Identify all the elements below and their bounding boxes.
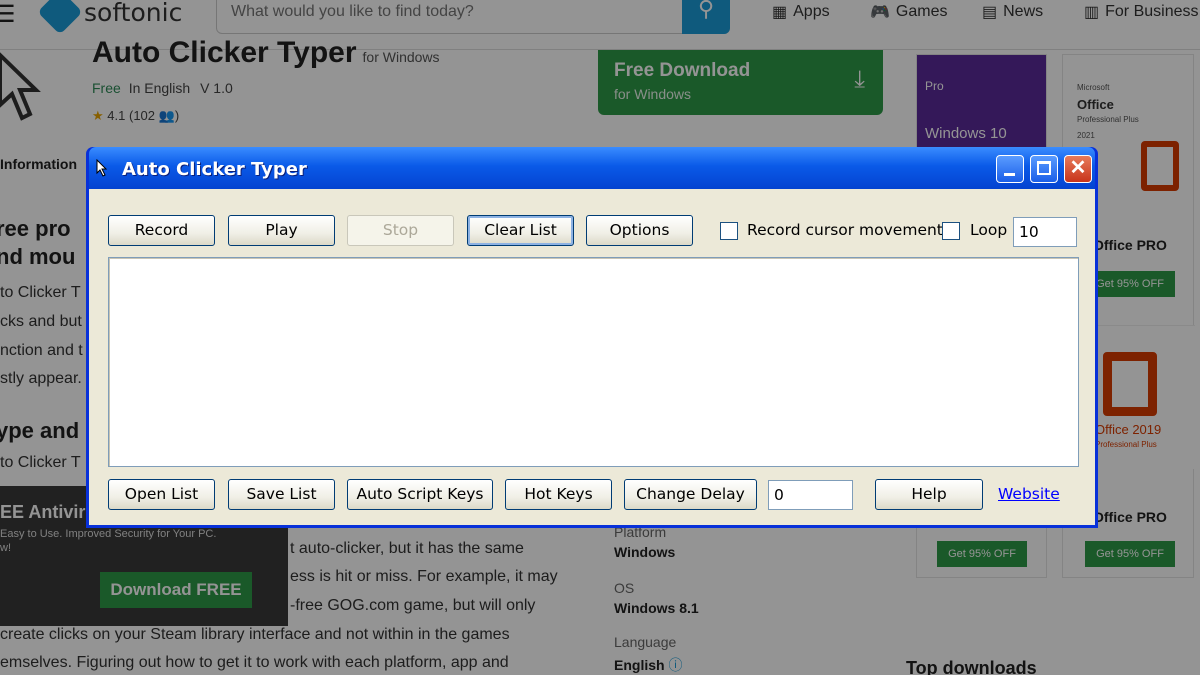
cursor-icon <box>96 159 108 177</box>
minimize-icon <box>1004 173 1015 176</box>
hot-keys-button[interactable]: Hot Keys <box>505 479 612 510</box>
change-delay-button[interactable]: Change Delay <box>624 479 757 510</box>
save-list-button[interactable]: Save List <box>228 479 335 510</box>
actions-listbox[interactable] <box>108 257 1079 467</box>
loop-count-input[interactable] <box>1013 217 1077 247</box>
maximize-button[interactable] <box>1030 155 1058 183</box>
record-cursor-label: Record cursor movement <box>747 221 943 239</box>
open-list-button[interactable]: Open List <box>108 479 215 510</box>
window-title: Auto Clicker Typer <box>122 159 307 180</box>
stop-button[interactable]: Stop <box>347 215 454 246</box>
clear-list-button[interactable]: Clear List <box>467 215 574 246</box>
record-cursor-checkbox[interactable] <box>720 222 738 240</box>
maximize-icon <box>1037 161 1051 175</box>
minimize-button[interactable] <box>996 155 1024 183</box>
play-button[interactable]: Play <box>228 215 335 246</box>
window-client-area: Record Play Stop Clear List Options Reco… <box>89 189 1095 525</box>
close-button[interactable]: ✕ <box>1064 155 1092 183</box>
delay-input[interactable] <box>768 480 853 510</box>
loop-checkbox[interactable] <box>942 222 960 240</box>
options-button[interactable]: Options <box>586 215 693 246</box>
record-button[interactable]: Record <box>108 215 215 246</box>
window-titlebar[interactable]: Auto Clicker Typer ✕ <box>89 147 1095 189</box>
auto-clicker-window: Auto Clicker Typer ✕ Record Play Stop Cl… <box>86 147 1098 528</box>
website-link[interactable]: Website <box>998 485 1060 503</box>
loop-label: Loop <box>970 221 1008 239</box>
help-button[interactable]: Help <box>875 479 983 510</box>
auto-script-keys-button[interactable]: Auto Script Keys <box>347 479 493 510</box>
close-icon: ✕ <box>1069 157 1087 179</box>
